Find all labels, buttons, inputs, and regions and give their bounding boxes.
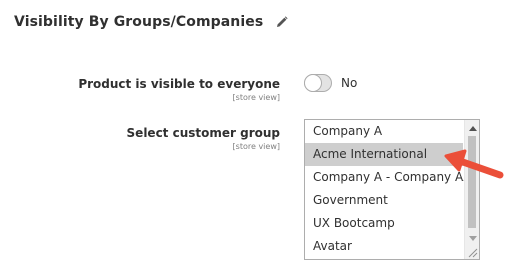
toggle-state-text: No [341, 76, 358, 90]
scroll-down-arrow-icon[interactable] [465, 231, 479, 245]
option-government[interactable]: Government [305, 189, 463, 212]
customer-group-scope: [store view] [232, 142, 280, 151]
visibility-toggle[interactable] [304, 74, 332, 92]
visibility-scope: [store view] [232, 93, 280, 102]
option-company-a[interactable]: Company A [305, 120, 463, 143]
visibility-label: Product is visible to everyone [78, 77, 280, 91]
option-avatar[interactable]: Avatar [305, 235, 463, 258]
scroll-up-arrow-icon[interactable] [465, 121, 479, 135]
section-title: Visibility By Groups/Companies [14, 14, 264, 30]
options-list: Company A Acme International Company A -… [305, 120, 479, 258]
option-ux-bootcamp[interactable]: UX Bootcamp [305, 212, 463, 235]
section-header: Visibility By Groups/Companies [14, 14, 289, 30]
pencil-icon[interactable] [275, 15, 289, 29]
visibility-settings-panel: Visibility By Groups/Companies Product i… [0, 0, 514, 274]
customer-group-multiselect[interactable]: Company A Acme International Company A -… [304, 119, 480, 260]
group-field-label: Select customer group [store view] [127, 126, 280, 152]
visibility-field-label: Product is visible to everyone [store vi… [78, 77, 280, 103]
annotation-arrow-icon [444, 149, 504, 179]
customer-group-label: Select customer group [126, 126, 280, 140]
vertical-scrollbar[interactable] [464, 120, 479, 259]
toggle-knob [304, 74, 322, 92]
visibility-toggle-group: No [304, 74, 357, 92]
resize-grip-icon[interactable] [466, 246, 478, 258]
